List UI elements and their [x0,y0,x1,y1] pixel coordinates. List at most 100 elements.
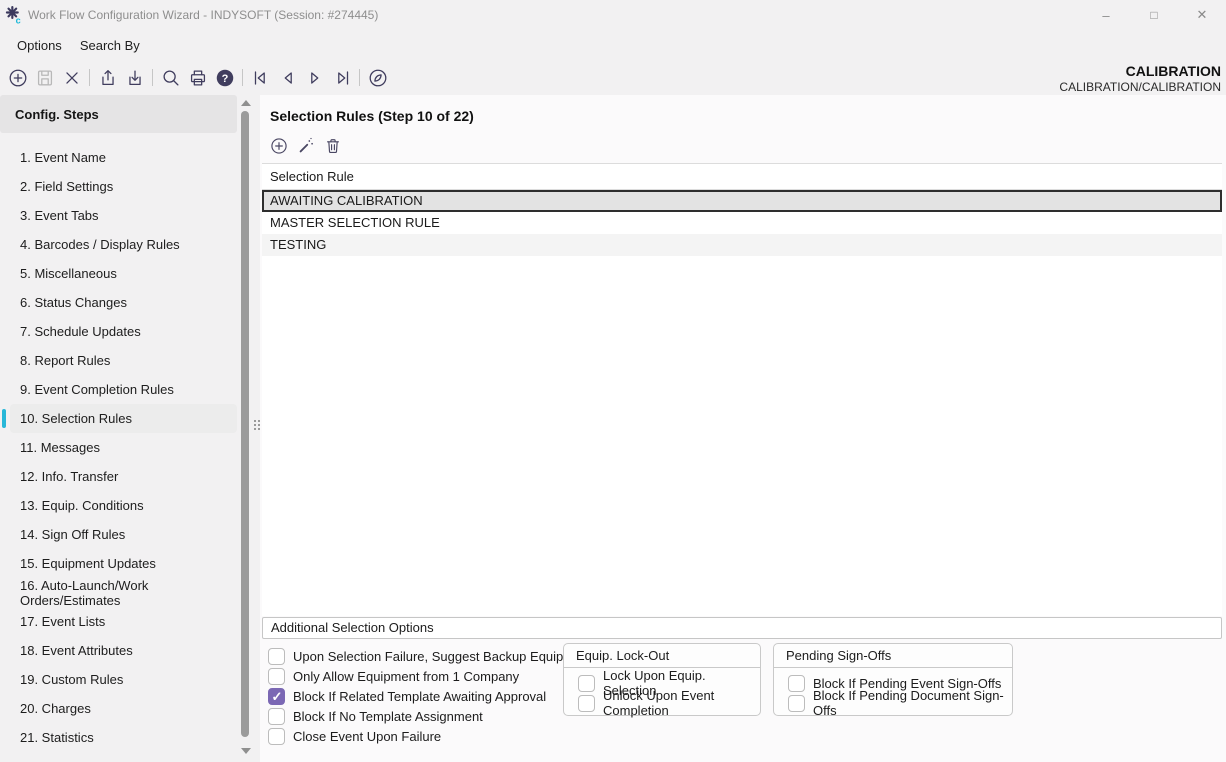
toolbar-separator [242,69,243,86]
add-circle-icon [269,136,289,156]
checkbox[interactable] [268,688,285,705]
group-title: Pending Sign-Offs [774,644,1012,668]
sidebar-item-info-transfer[interactable]: 12. Info. Transfer [10,462,237,491]
sidebar-item-event-attributes[interactable]: 18. Event Attributes [10,636,237,665]
scroll-down-arrow-icon[interactable] [241,748,251,754]
checkbox[interactable] [268,668,285,685]
main-panel: Selection Rules (Step 10 of 22) Selectio… [260,95,1226,762]
minimize-button[interactable]: – [1082,0,1130,30]
svg-text:?: ? [221,73,228,85]
close-button[interactable]: ✕ [1178,0,1226,30]
event-title: CALIBRATION [1059,63,1221,79]
table-row[interactable]: TESTING [262,234,1222,256]
save-button[interactable] [31,63,58,93]
checkbox[interactable] [578,695,595,712]
search-button[interactable] [157,63,184,93]
sidebar-item-barcodes-display-rules[interactable]: 4. Barcodes / Display Rules [10,230,237,259]
previous-record-icon [277,67,299,89]
checkbox[interactable] [788,675,805,692]
scroll-up-arrow-icon[interactable] [241,100,251,106]
add-button[interactable] [4,63,31,93]
menu-bar: Options Search By [0,30,1226,60]
delete-button[interactable] [58,63,85,93]
sidebar-header: Config. Steps [0,95,237,133]
search-icon [160,67,182,89]
sidebar-item-custom-rules[interactable]: 19. Custom Rules [10,665,237,694]
sidebar-item-status-changes[interactable]: 6. Status Changes [10,288,237,317]
sidebar-item-event-lists[interactable]: 17. Event Lists [10,607,237,636]
table-column-header: Selection Rule [262,164,1222,190]
maximize-button[interactable]: □ [1130,0,1178,30]
table-row[interactable]: AWAITING CALIBRATION [262,190,1222,212]
import-icon [124,67,146,89]
wizard-header: CALIBRATION CALIBRATION/CALIBRATION [1059,63,1221,94]
next-record-button[interactable] [301,63,328,93]
sidebar-item-equip-conditions[interactable]: 13. Equip. Conditions [10,491,237,520]
toolbar-separator [359,69,360,86]
magic-wand-icon [296,136,316,156]
sidebar-item-event-name[interactable]: 1. Event Name [10,143,237,172]
checkbox[interactable] [268,708,285,725]
menu-options[interactable]: Options [8,33,71,58]
delete-x-icon [61,67,83,89]
add-rule-button[interactable] [265,134,292,158]
checkbox[interactable] [268,648,285,665]
first-record-icon [250,67,272,89]
sidebar-item-selection-rules[interactable]: 10. Selection Rules [10,404,237,433]
add-circle-icon [7,67,29,89]
export-button[interactable] [94,63,121,93]
sidebar-item-event-tabs[interactable]: 3. Event Tabs [10,201,237,230]
group-title: Equip. Lock-Out [564,644,760,668]
selection-rule-table: Selection Rule AWAITING CALIBRATION MAST… [262,163,1222,616]
toolbar-separator [152,69,153,86]
option-block-no-template[interactable]: Block If No Template Assignment [268,706,592,726]
delete-rule-button[interactable] [319,134,346,158]
import-button[interactable] [121,63,148,93]
sidebar-item-messages[interactable]: 11. Messages [10,433,237,462]
sidebar-item-event-completion-rules[interactable]: 9. Event Completion Rules [10,375,237,404]
option-unlock-upon-completion[interactable]: Unlock Upon Event Completion [578,693,760,713]
app-logo-icon: c [4,5,24,25]
option-block-awaiting-approval[interactable]: Block If Related Template Awaiting Appro… [268,686,592,706]
compass-icon [367,67,389,89]
table-rows: AWAITING CALIBRATION MASTER SELECTION RU… [262,190,1222,256]
scrollbar-thumb[interactable] [241,111,249,737]
table-row[interactable]: MASTER SELECTION RULE [262,212,1222,234]
option-close-event-on-failure[interactable]: Close Event Upon Failure [268,726,592,746]
option-one-company[interactable]: Only Allow Equipment from 1 Company [268,666,592,686]
checkbox[interactable] [268,728,285,745]
checkbox[interactable] [578,675,595,692]
checkbox[interactable] [788,695,805,712]
step-list: 1. Event Name 2. Field Settings 3. Event… [0,143,237,752]
selected-accent-bar [2,409,6,428]
sidebar-scrollbar[interactable] [239,95,251,762]
edit-rule-button[interactable] [292,134,319,158]
sidebar-item-equipment-updates[interactable]: 15. Equipment Updates [10,549,237,578]
last-record-button[interactable] [328,63,355,93]
save-icon [34,67,56,89]
print-button[interactable] [184,63,211,93]
sidebar-item-statistics[interactable]: 21. Statistics [10,723,237,752]
sidebar-item-charges[interactable]: 20. Charges [10,694,237,723]
svg-text:c: c [16,15,21,25]
option-suggest-backup[interactable]: Upon Selection Failure, Suggest Backup E… [268,646,592,666]
sidebar-item-sign-off-rules[interactable]: 14. Sign Off Rules [10,520,237,549]
sidebar-item-miscellaneous[interactable]: 5. Miscellaneous [10,259,237,288]
sidebar-item-schedule-updates[interactable]: 7. Schedule Updates [10,317,237,346]
sidebar-item-field-settings[interactable]: 2. Field Settings [10,172,237,201]
window-title: Work Flow Configuration Wizard - INDYSOF… [28,8,378,22]
additional-options-list: Upon Selection Failure, Suggest Backup E… [268,646,592,746]
equip-lockout-group: Equip. Lock-Out Lock Upon Equip. Selecti… [563,643,761,716]
navigator-button[interactable] [364,63,391,93]
first-record-button[interactable] [247,63,274,93]
sidebar-item-auto-launch[interactable]: 16. Auto-Launch/Work Orders/Estimates [10,578,237,607]
last-record-icon [331,67,353,89]
previous-record-button[interactable] [274,63,301,93]
main-toolbar: ? [4,61,391,94]
title-bar: c Work Flow Configuration Wizard - INDYS… [0,0,1226,30]
menu-search-by[interactable]: Search By [71,33,149,58]
option-block-pending-document-signoffs[interactable]: Block If Pending Document Sign-Offs [788,693,1012,713]
toolbar-separator [89,69,90,86]
sidebar-item-report-rules[interactable]: 8. Report Rules [10,346,237,375]
help-button[interactable]: ? [211,63,238,93]
